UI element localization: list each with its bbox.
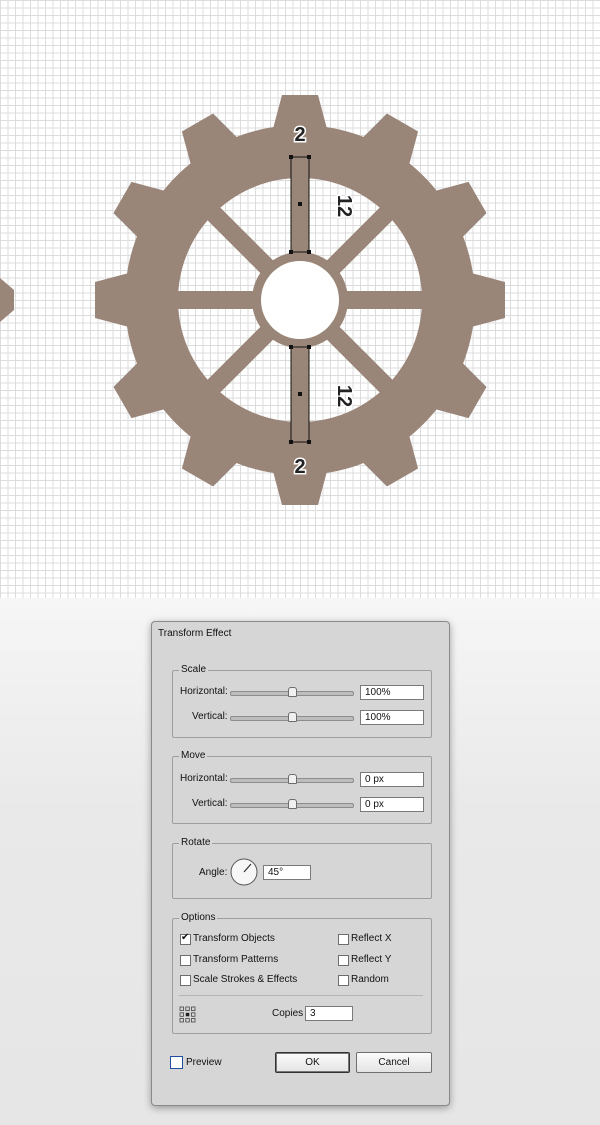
random-checkbox[interactable] bbox=[338, 975, 349, 986]
dimension-label-bottom-tooth: 2 bbox=[294, 456, 305, 478]
angle-dial-icon[interactable] bbox=[230, 858, 258, 886]
options-legend: Options bbox=[179, 912, 218, 923]
transform-patterns-checkbox[interactable] bbox=[180, 955, 191, 966]
scale-horizontal-label: Horizontal: bbox=[180, 686, 228, 697]
scale-horizontal-slider[interactable] bbox=[230, 687, 354, 697]
transform-patterns-label: Transform Patterns bbox=[193, 954, 279, 965]
scale-horizontal-slider-thumb[interactable] bbox=[288, 687, 297, 697]
gear-artwork[interactable]: 2 12 12 2 bbox=[0, 0, 600, 598]
preview-checkbox[interactable] bbox=[170, 1056, 183, 1069]
rotate-angle-input[interactable]: 45° bbox=[263, 865, 311, 880]
move-horizontal-label: Horizontal: bbox=[180, 773, 228, 784]
dialog-title: Transform Effect bbox=[158, 628, 232, 639]
options-group: Options Transform Objects Transform Patt… bbox=[172, 912, 432, 1034]
copies-label: Copies bbox=[272, 1008, 304, 1019]
rotate-legend: Rotate bbox=[179, 837, 213, 848]
move-legend: Move bbox=[179, 750, 208, 761]
scale-horizontal-input[interactable]: 100% bbox=[360, 685, 424, 700]
transform-objects-label: Transform Objects bbox=[193, 933, 275, 944]
artboard-canvas[interactable]: 2 12 12 2 bbox=[0, 0, 600, 598]
move-horizontal-input[interactable]: 0 px bbox=[360, 772, 424, 787]
move-group: Move Horizontal: 0 px Vertical: 0 px bbox=[172, 750, 432, 824]
scale-vertical-slider-thumb[interactable] bbox=[288, 712, 297, 722]
neighbor-gear-fragment bbox=[0, 278, 14, 322]
scale-legend: Scale bbox=[179, 664, 209, 675]
cancel-button[interactable]: Cancel bbox=[356, 1052, 432, 1073]
ok-button[interactable]: OK bbox=[275, 1052, 350, 1073]
reflect-y-label: Reflect Y bbox=[351, 954, 392, 965]
dimension-label-bottom-bar: 12 bbox=[333, 385, 355, 407]
move-horizontal-slider-thumb[interactable] bbox=[288, 774, 297, 784]
scale-vertical-slider[interactable] bbox=[230, 712, 354, 722]
scale-vertical-input[interactable]: 100% bbox=[360, 710, 424, 725]
reflect-y-checkbox[interactable] bbox=[338, 955, 349, 966]
reflect-x-label: Reflect X bbox=[351, 933, 392, 944]
scale-strokes-checkbox[interactable] bbox=[180, 975, 191, 986]
scale-vertical-label: Vertical: bbox=[192, 711, 228, 722]
scale-strokes-label: Scale Strokes & Effects bbox=[193, 974, 298, 985]
reference-point-locator-icon[interactable] bbox=[179, 1006, 196, 1023]
rotate-group: Rotate Angle: 45° bbox=[172, 837, 432, 899]
scale-group: Scale Horizontal: 100% Vertical: 100% bbox=[172, 664, 432, 738]
move-horizontal-slider[interactable] bbox=[230, 774, 354, 784]
dimension-label-top-tooth: 2 bbox=[294, 124, 305, 146]
options-divider bbox=[179, 995, 423, 996]
dimension-label-top-bar: 12 bbox=[333, 195, 355, 217]
gear-center-hole bbox=[261, 261, 339, 339]
rotate-angle-label: Angle: bbox=[199, 867, 228, 878]
move-vertical-label: Vertical: bbox=[192, 798, 228, 809]
move-vertical-input[interactable]: 0 px bbox=[360, 797, 424, 812]
move-vertical-slider[interactable] bbox=[230, 799, 354, 809]
move-vertical-slider-thumb[interactable] bbox=[288, 799, 297, 809]
copies-input[interactable]: 3 bbox=[305, 1006, 353, 1021]
transform-effect-dialog: Transform Effect Scale Horizontal: 100% … bbox=[151, 621, 450, 1106]
transform-objects-checkbox[interactable] bbox=[180, 932, 191, 945]
preview-label: Preview bbox=[186, 1057, 222, 1068]
random-label: Random bbox=[351, 974, 389, 985]
reflect-x-checkbox[interactable] bbox=[338, 934, 349, 945]
